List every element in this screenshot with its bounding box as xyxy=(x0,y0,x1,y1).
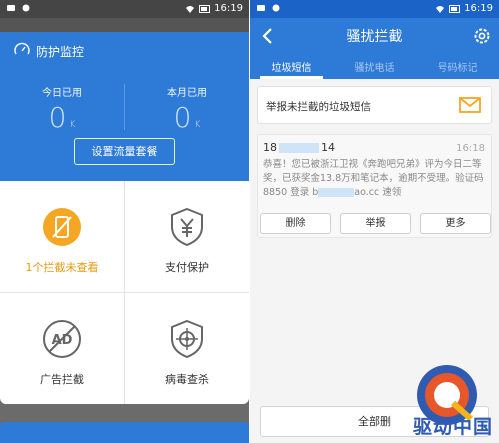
battery-icon xyxy=(449,4,461,13)
gauge-icon xyxy=(14,42,30,55)
status-time: 16:19 xyxy=(214,3,243,14)
more-button[interactable]: 更多 xyxy=(420,213,491,234)
wifi-icon xyxy=(186,5,195,13)
status-time: 16:19 xyxy=(464,3,493,14)
month-usage: 本月已用 0K xyxy=(125,84,249,134)
crosshair-shield-icon xyxy=(171,319,203,359)
set-data-plan-button[interactable]: 设置流量套餐 xyxy=(74,138,175,165)
tile-label: 支付保护 xyxy=(165,261,209,274)
tile-label: 广告拦截 xyxy=(40,373,84,386)
grid-divider xyxy=(124,181,125,404)
status-bar: 16:19 xyxy=(250,0,499,18)
message-time: 16:18 xyxy=(456,143,485,154)
background-row xyxy=(0,18,249,32)
active-tab-indicator xyxy=(260,76,323,79)
today-value: 0K xyxy=(48,101,76,134)
battery-icon xyxy=(199,4,211,13)
cat-icon xyxy=(22,4,30,12)
month-value: 0K xyxy=(173,101,201,134)
report-text: 举报未拦截的垃圾短信 xyxy=(266,101,371,113)
report-button[interactable]: 举报 xyxy=(340,213,411,234)
today-usage: 今日已用 0K xyxy=(0,84,124,134)
tile-label: 1个拦截未查看 xyxy=(25,261,99,274)
tile-label: 病毒查杀 xyxy=(165,373,209,386)
wifi-icon xyxy=(436,5,445,13)
right-screen: 16:19 骚扰拦截 垃圾短信 骚扰电话 号码标记 举报未拦截的垃圾短信 18 1… xyxy=(250,0,499,443)
tab-number-marking[interactable]: 号码标记 xyxy=(416,59,499,74)
tab-harass-calls[interactable]: 骚扰电话 xyxy=(333,59,416,74)
redacted-mask xyxy=(279,143,319,153)
message-actions: 删除 举报 更多 xyxy=(260,213,491,235)
status-bar: 16:19 xyxy=(0,0,249,18)
yuan-shield-icon xyxy=(171,207,203,247)
today-label: 今日已用 xyxy=(42,88,82,99)
tile-adblock[interactable]: AD 广告拦截 xyxy=(0,293,124,404)
nav-bar: 骚扰拦截 xyxy=(250,18,499,54)
background-card-strip xyxy=(0,422,249,443)
month-label: 本月已用 xyxy=(167,88,207,99)
traffic-header: 防护监控 今日已用 0K 本月已用 0K 设置流量套餐 xyxy=(0,32,249,181)
cat-icon xyxy=(272,4,280,12)
sender-number: 18 14 xyxy=(263,141,335,154)
tile-payment[interactable]: 支付保护 xyxy=(125,181,249,292)
delete-button[interactable]: 删除 xyxy=(260,213,331,234)
notification-icon xyxy=(257,5,265,11)
tile-antivirus[interactable]: 病毒查杀 xyxy=(125,293,249,404)
background-area xyxy=(0,404,249,443)
tab-bar: 垃圾短信 骚扰电话 号码标记 xyxy=(250,54,499,79)
redacted-mask xyxy=(318,188,355,197)
protection-card: 防护监控 今日已用 0K 本月已用 0K 设置流量套餐 1个拦截未查看 支付保护… xyxy=(0,32,249,404)
tab-spam-sms[interactable]: 垃圾短信 xyxy=(250,59,333,74)
left-screen: 16:19 防护监控 今日已用 0K 本月已用 0K 设置流量套餐 1个拦截未查… xyxy=(0,0,249,443)
message-body: 恭喜！您已被浙江卫视《奔跑吧兄弟》评为今日二等奖，已获奖金13.8万和笔记本，逾… xyxy=(263,159,484,198)
ad-block-icon: AD xyxy=(43,320,81,358)
notification-icon xyxy=(7,5,15,11)
sms-message-card[interactable]: 18 14 16:18 恭喜！您已被浙江卫视《奔跑吧兄弟》评为今日二等奖，已获奖金… xyxy=(257,134,492,238)
card-title: 防护监控 xyxy=(36,45,85,59)
feature-grid: 1个拦截未查看 支付保护 AD 广告拦截 病毒查杀 xyxy=(0,181,249,404)
watermark-text: 驱动中国 xyxy=(412,416,493,438)
mail-icon xyxy=(459,97,481,113)
tile-blocked[interactable]: 1个拦截未查看 xyxy=(0,181,124,292)
blocked-phone-icon xyxy=(43,208,81,246)
page-title: 骚扰拦截 xyxy=(346,29,403,45)
gear-icon[interactable] xyxy=(471,25,493,47)
report-spam-row[interactable]: 举报未拦截的垃圾短信 xyxy=(257,86,492,124)
